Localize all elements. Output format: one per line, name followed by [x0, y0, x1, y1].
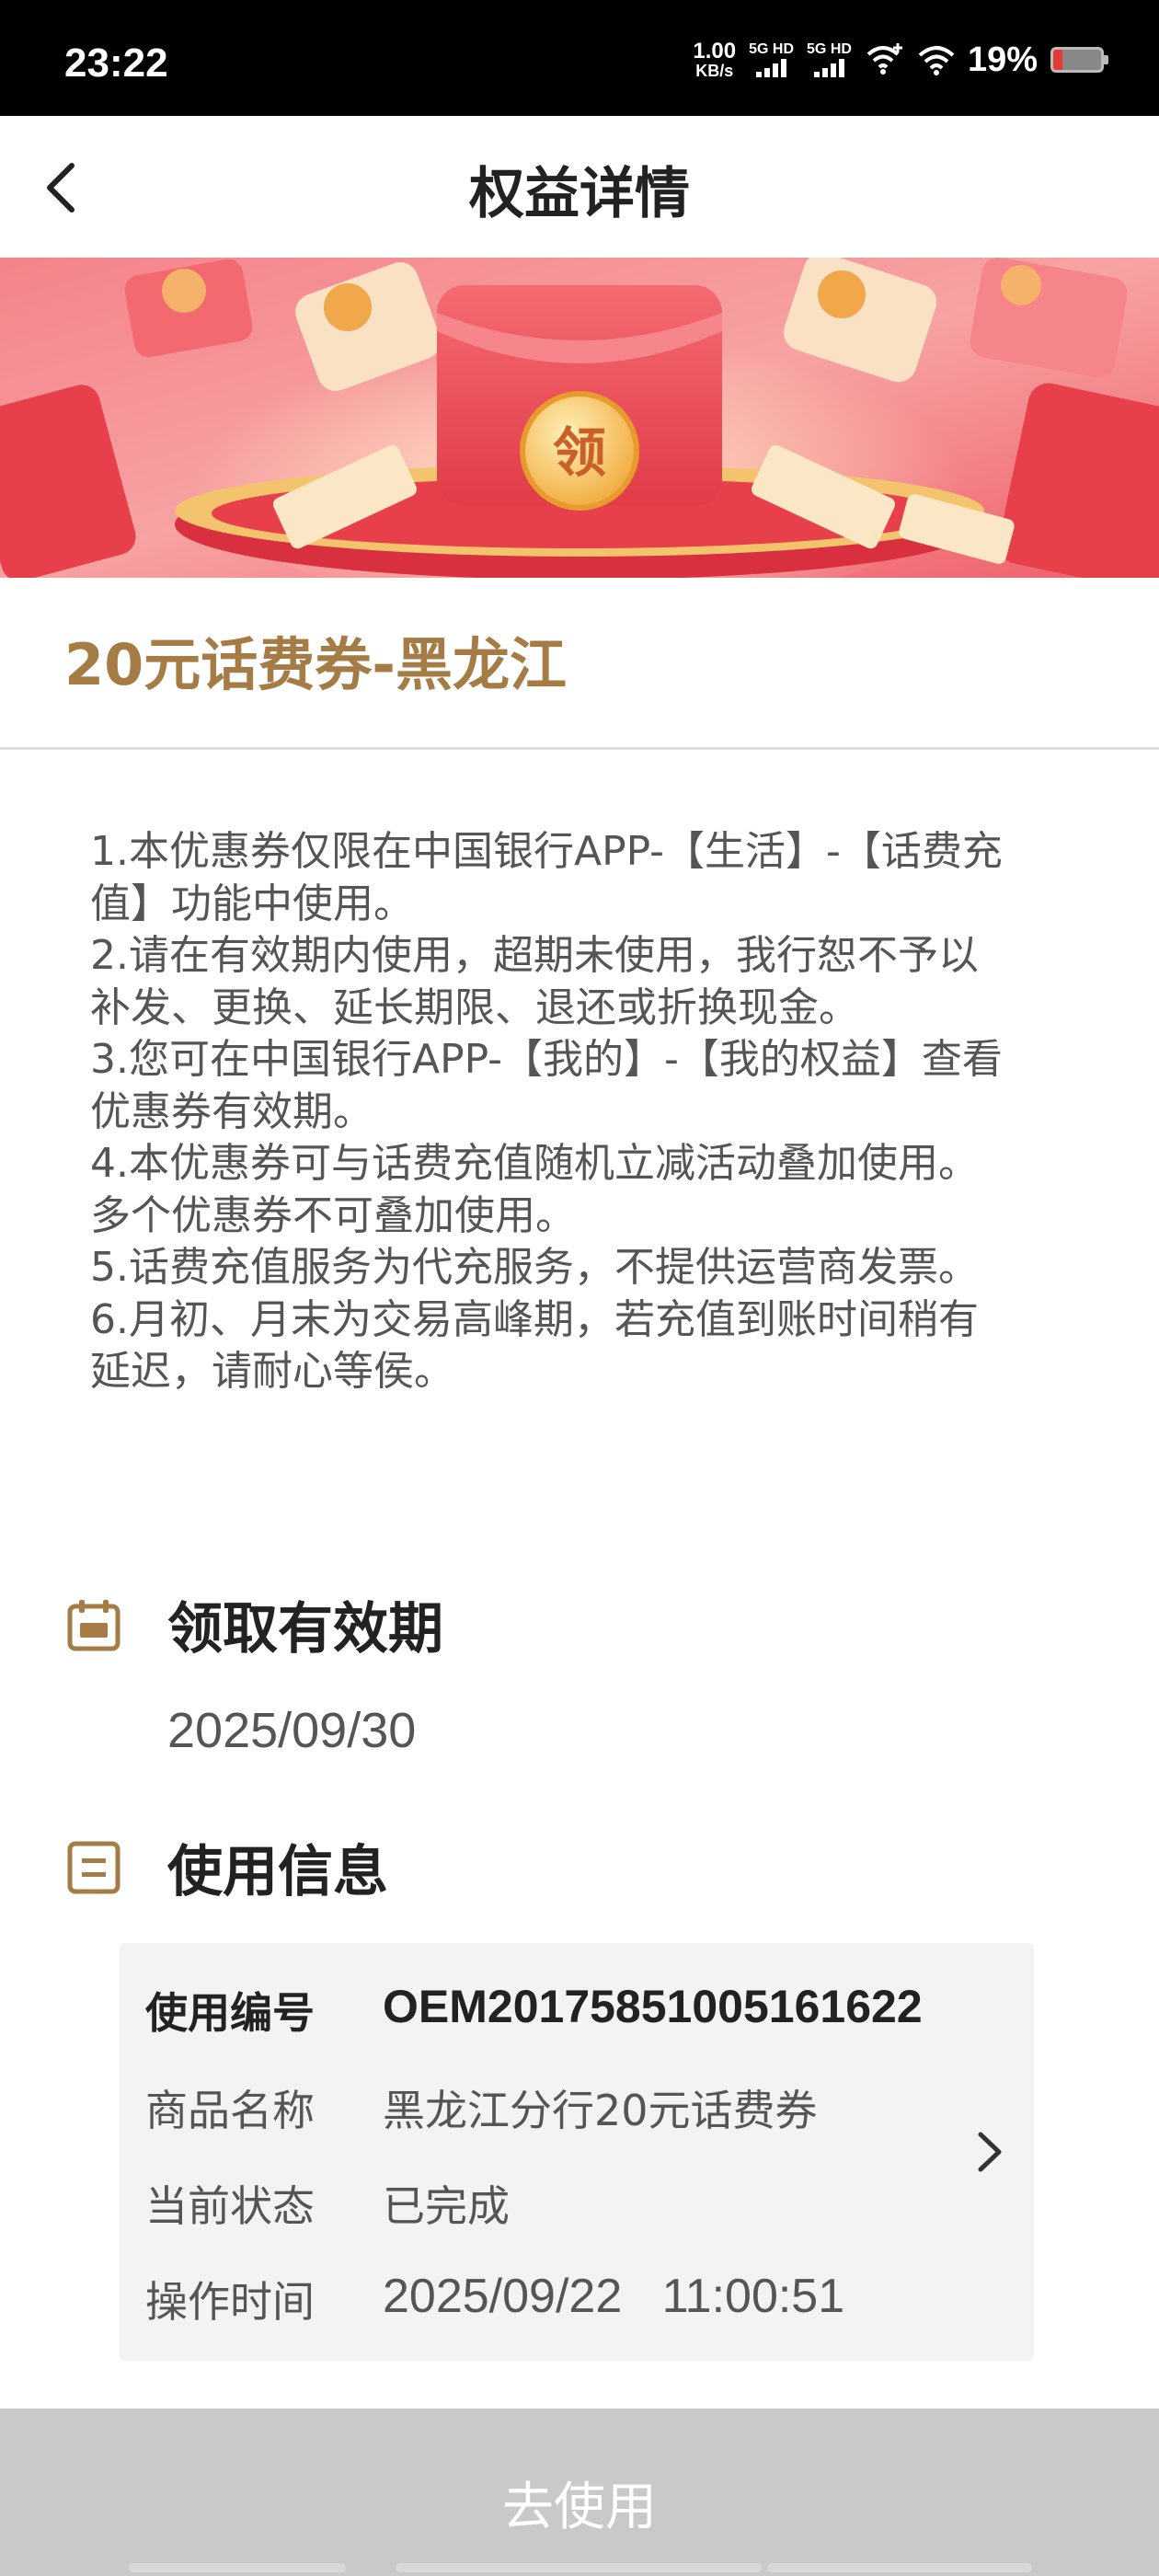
list-icon: [67, 1841, 120, 1894]
bottom-indicator: [129, 2563, 346, 2572]
validity-date: 2025/09/30: [167, 1703, 417, 1758]
coupon-rules: 1.本优惠券仅限在中国银行APP-【生活】-【话费充值】功能中使用。 2.请在有…: [90, 826, 1010, 1398]
chevron-right-icon[interactable]: [971, 2127, 1008, 2177]
network-speed: 1.00 KB/s: [693, 39, 737, 80]
coupon-title: 20元话费券-黑龙江: [64, 631, 568, 698]
rule-item: 3.您可在中国银行APP-【我的】-【我的权益】查看优惠券有效期。: [90, 1036, 1003, 1135]
divider: [0, 747, 1159, 750]
battery-icon: [1050, 47, 1108, 73]
rule-item: 4.本优惠券可与话费充值随机立减活动叠加使用。多个优惠券不可叠加使用。: [90, 1140, 979, 1239]
usage-row-status: 当前状态 已完成: [145, 2173, 510, 2234]
rule-item: 5.话费充值服务为代充服务，不提供运营商发票。: [90, 1244, 979, 1291]
bottom-indicator: [767, 2563, 1032, 2572]
usage-row-key: 当前状态: [145, 2181, 315, 2231]
usage-row-value: 已完成: [383, 2181, 510, 2231]
wifi-icon: [918, 46, 955, 75]
usage-row-time: 操作时间 2025/09/22 11:00:51: [145, 2269, 844, 2329]
bottom-indicator: [396, 2563, 762, 2572]
sim1-signal-icon: 5G HD: [749, 42, 794, 77]
wifi-plus-icon: [866, 43, 902, 75]
status-bar: 23:22 1.00 KB/s 5G HD 5G HD 19%: [0, 0, 1159, 116]
usage-row-key: 操作时间: [145, 2277, 315, 2327]
usage-row-value: 黑龙江分行20元话费券: [383, 2086, 818, 2135]
status-icons: 1.00 KB/s 5G HD 5G HD 19%: [693, 37, 1108, 83]
red-envelope-illustration: 领: [0, 258, 1159, 578]
rule-item: 2.请在有效期内使用，超期未使用，我行恕不予以补发、更换、延长期限、退还或折换现…: [90, 932, 979, 1031]
page-title: 权益详情: [469, 162, 690, 226]
banner-image: 领: [0, 258, 1159, 578]
rule-item: 6.月初、月末为交易高峰期，若充值到账时间稍有延迟，请耐心等侯。: [90, 1295, 979, 1396]
svg-text:领: 领: [553, 421, 606, 484]
usage-row-code: 使用编号 OEM20175851005161622: [145, 1980, 923, 2041]
rule-item: 1.本优惠券仅限在中国银行APP-【生活】-【话费充值】功能中使用。: [90, 828, 1003, 927]
usage-row-key: 使用编号: [145, 1988, 315, 2038]
sim2-signal-icon: 5G HD: [807, 42, 852, 77]
status-time: 23:22: [64, 40, 168, 86]
usage-title: 使用信息: [167, 1840, 388, 1904]
usage-row-value: OEM20175851005161622: [383, 1981, 923, 2032]
use-coupon-button[interactable]: 去使用: [0, 2409, 1159, 2576]
validity-title: 领取有效期: [167, 1597, 443, 1662]
nav-bar: 权益详情: [0, 116, 1159, 258]
usage-row-value: 2025/09/22 11:00:51: [383, 2270, 845, 2323]
use-coupon-button-label: 去使用: [502, 2478, 657, 2537]
calendar-icon: [67, 1600, 120, 1651]
battery-percent: 19%: [967, 40, 1038, 79]
usage-info-card[interactable]: 使用编号 OEM20175851005161622 商品名称 黑龙江分行20元话…: [120, 1943, 1034, 2361]
usage-row-key: 商品名称: [145, 2086, 315, 2135]
usage-row-product: 商品名称 黑龙江分行20元话费券: [145, 2077, 818, 2138]
